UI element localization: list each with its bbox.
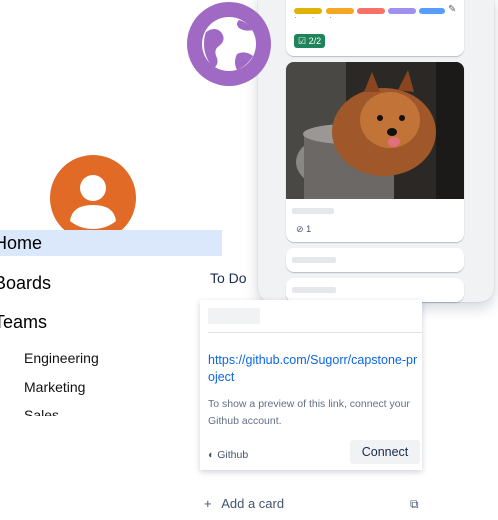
card-title-placeholder — [292, 208, 334, 214]
list-title[interactable]: To Do — [210, 270, 247, 286]
card-title-placeholder — [208, 308, 260, 324]
sidebar-item-label: Teams — [0, 312, 48, 332]
sidebar-item-label: Boards — [0, 273, 52, 293]
plus-icon: + — [204, 496, 212, 511]
preview-info-text: To show a preview of this link, connect … — [208, 398, 410, 427]
provider-name: Github — [217, 449, 249, 461]
checklist-icon: ☑ — [298, 36, 307, 46]
label-red[interactable] — [357, 8, 385, 14]
dog-photo — [286, 62, 464, 199]
github-icon: ◐ — [208, 449, 215, 461]
sidebar-item-boards[interactable]: Boards — [0, 270, 51, 296]
pencil-icon[interactable]: ✎ — [448, 4, 456, 15]
template-icon[interactable]: ⧉ — [410, 497, 419, 512]
card-with-labels[interactable]: ✎ · · · ☑ 2/2 — [286, 0, 464, 56]
globe-icon — [187, 2, 271, 86]
checklist-badge: ☑ 2/2 — [294, 34, 326, 48]
card-with-image[interactable]: ⊘ 1 — [286, 62, 464, 242]
user-avatar-icon[interactable] — [50, 155, 136, 241]
attachment-count: 1 — [306, 224, 312, 234]
team-item-sales[interactable]: Sales — [24, 407, 59, 416]
card-placeholder[interactable] — [286, 278, 464, 302]
team-item-marketing[interactable]: Marketing — [24, 379, 85, 395]
divider — [208, 332, 422, 333]
team-item-engineering[interactable]: Engineering — [24, 350, 99, 366]
sidebar-item-teams[interactable]: Teams — [0, 309, 47, 335]
card-title-placeholder — [292, 257, 336, 263]
attachment-badge: ⊘ 1 — [296, 224, 311, 235]
checklist-count: 2/2 — [308, 36, 322, 46]
dots-decoration: · · · — [294, 12, 338, 22]
card-title-placeholder — [292, 287, 336, 293]
paperclip-icon: ⊘ — [296, 224, 304, 234]
label-purple[interactable] — [388, 8, 416, 14]
provider-label: ◐ Github — [208, 449, 248, 461]
connect-button[interactable]: Connect — [350, 440, 420, 464]
add-card-label: Add a card — [221, 496, 285, 511]
sidebar-item-label: Home — [0, 233, 43, 253]
add-card-button[interactable]: + Add a card — [204, 496, 284, 511]
link-preview-card: https://github.com/Sugorr/capstone-proje… — [200, 300, 422, 470]
github-link[interactable]: https://github.com/Sugorr/capstone-proje… — [208, 352, 420, 386]
card-placeholder[interactable] — [286, 248, 464, 272]
label-blue[interactable] — [419, 8, 445, 14]
sidebar-item-home[interactable]: Home — [0, 230, 222, 256]
